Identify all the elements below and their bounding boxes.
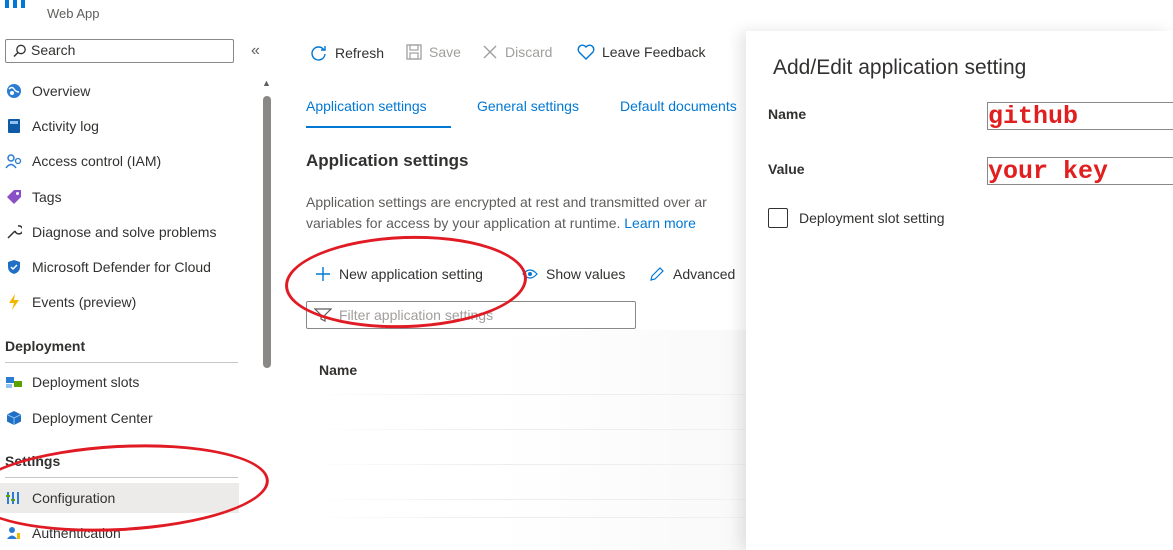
- sidebar-item-label: Microsoft Defender for Cloud: [32, 259, 211, 275]
- filter-input[interactable]: [339, 307, 624, 323]
- refresh-button[interactable]: Refresh: [310, 44, 384, 62]
- section-header-deployment: Deployment: [5, 338, 86, 354]
- name-input[interactable]: [988, 103, 1173, 129]
- sidebar-item-tags[interactable]: Tags: [0, 182, 239, 212]
- sidebar-item-configuration[interactable]: Configuration: [0, 483, 239, 513]
- lightning-icon: [5, 293, 23, 311]
- value-field[interactable]: [987, 157, 1173, 185]
- cube-icon: [5, 409, 23, 427]
- column-header-name[interactable]: Name: [319, 362, 357, 378]
- eye-icon: [522, 268, 538, 280]
- save-icon: [406, 44, 422, 60]
- sidebar-search[interactable]: [5, 39, 234, 63]
- globe-icon: [5, 82, 23, 100]
- sidebar-item-label: Configuration: [32, 490, 116, 506]
- save-button[interactable]: Save: [406, 44, 461, 60]
- sidebar-item-deployment-center[interactable]: Deployment Center: [0, 403, 239, 433]
- people-icon: [5, 152, 23, 170]
- sidebar-scrollbar[interactable]: [263, 96, 271, 368]
- collapse-sidebar-icon[interactable]: «: [251, 42, 260, 60]
- panel-title: Add/Edit application setting: [773, 56, 1027, 79]
- deployment-slot-setting-label: Deployment slot setting: [799, 210, 945, 226]
- deployment-slot-setting-checkbox[interactable]: [768, 208, 788, 228]
- sidebar-item-label: Deployment slots: [32, 374, 140, 390]
- active-tab-indicator: [306, 126, 451, 128]
- tab-application-settings[interactable]: Application settings: [306, 98, 427, 114]
- description-text: variables for access by your application…: [306, 215, 621, 231]
- sidebar-item-label: Authentication: [32, 525, 121, 541]
- plus-icon: [315, 266, 331, 282]
- name-field[interactable]: [987, 102, 1173, 130]
- config-bars-icon: [5, 489, 23, 507]
- name-label: Name: [768, 106, 807, 122]
- sidebar-item-label: Tags: [32, 189, 62, 205]
- section-divider: [5, 477, 238, 478]
- description-line-1: Application settings are encrypted at re…: [306, 194, 707, 210]
- advanced-label: Advanced: [673, 266, 736, 282]
- pencil-icon: [649, 266, 665, 282]
- learn-more-link[interactable]: Learn more: [624, 215, 696, 231]
- close-icon: [482, 44, 498, 60]
- new-application-setting-label: New application setting: [339, 266, 483, 282]
- sidebar-item-label: Overview: [32, 83, 91, 99]
- sidebar-item-overview[interactable]: Overview: [0, 76, 239, 106]
- show-values-button[interactable]: Show values: [522, 266, 625, 282]
- person-key-icon: [5, 524, 23, 542]
- tab-default-documents[interactable]: Default documents: [620, 98, 737, 114]
- heart-icon: [577, 44, 595, 60]
- sidebar-item-diagnose[interactable]: Diagnose and solve problems: [0, 217, 239, 247]
- resource-type-label: Web App: [47, 6, 100, 21]
- value-input[interactable]: [988, 158, 1173, 184]
- slots-icon: [5, 373, 23, 391]
- leave-feedback-button[interactable]: Leave Feedback: [577, 44, 706, 60]
- show-values-label: Show values: [546, 266, 626, 282]
- leave-feedback-label: Leave Feedback: [602, 44, 706, 60]
- filter-icon: [313, 308, 333, 325]
- advanced-edit-button[interactable]: Advanced: [649, 266, 735, 282]
- overlay-shade: [500, 330, 746, 550]
- wrench-icon: [5, 223, 23, 241]
- new-application-setting-button[interactable]: New application setting: [315, 266, 483, 282]
- filter-box[interactable]: [306, 301, 636, 329]
- tag-icon: [5, 188, 23, 206]
- save-label: Save: [429, 44, 461, 60]
- section-divider: [5, 362, 238, 363]
- sidebar-search-input[interactable]: [31, 42, 226, 58]
- sidebar-item-authentication[interactable]: Authentication: [0, 518, 239, 548]
- web-app-icon: [5, 0, 29, 10]
- shield-icon: [5, 258, 23, 276]
- sidebar-item-label: Deployment Center: [32, 410, 153, 426]
- activity-log-icon: [5, 117, 23, 135]
- section-header-settings: Settings: [5, 453, 61, 469]
- sidebar-item-label: Events (preview): [32, 294, 137, 310]
- section-title: Application settings: [306, 151, 469, 170]
- sidebar-item-label: Diagnose and solve problems: [32, 224, 217, 240]
- sidebar-item-activity-log[interactable]: Activity log: [0, 111, 239, 141]
- sidebar-item-access-control[interactable]: Access control (IAM): [0, 146, 239, 176]
- sidebar-item-deployment-slots[interactable]: Deployment slots: [0, 367, 239, 397]
- sidebar-item-label: Activity log: [32, 118, 99, 134]
- sidebar-item-defender[interactable]: Microsoft Defender for Cloud: [0, 252, 239, 282]
- discard-button[interactable]: Discard: [482, 44, 552, 60]
- value-label: Value: [768, 161, 805, 177]
- section-description: Application settings are encrypted at re…: [306, 192, 746, 234]
- sidebar-item-events[interactable]: Events (preview): [0, 287, 239, 317]
- search-icon: [13, 44, 27, 61]
- tab-general-settings[interactable]: General settings: [477, 98, 579, 114]
- scroll-up-icon[interactable]: ▲: [262, 78, 271, 88]
- refresh-icon: [310, 44, 328, 62]
- description-line-2: variables for access by your application…: [306, 213, 746, 234]
- sidebar-item-label: Access control (IAM): [32, 153, 162, 169]
- discard-label: Discard: [505, 44, 553, 60]
- refresh-label: Refresh: [335, 45, 385, 61]
